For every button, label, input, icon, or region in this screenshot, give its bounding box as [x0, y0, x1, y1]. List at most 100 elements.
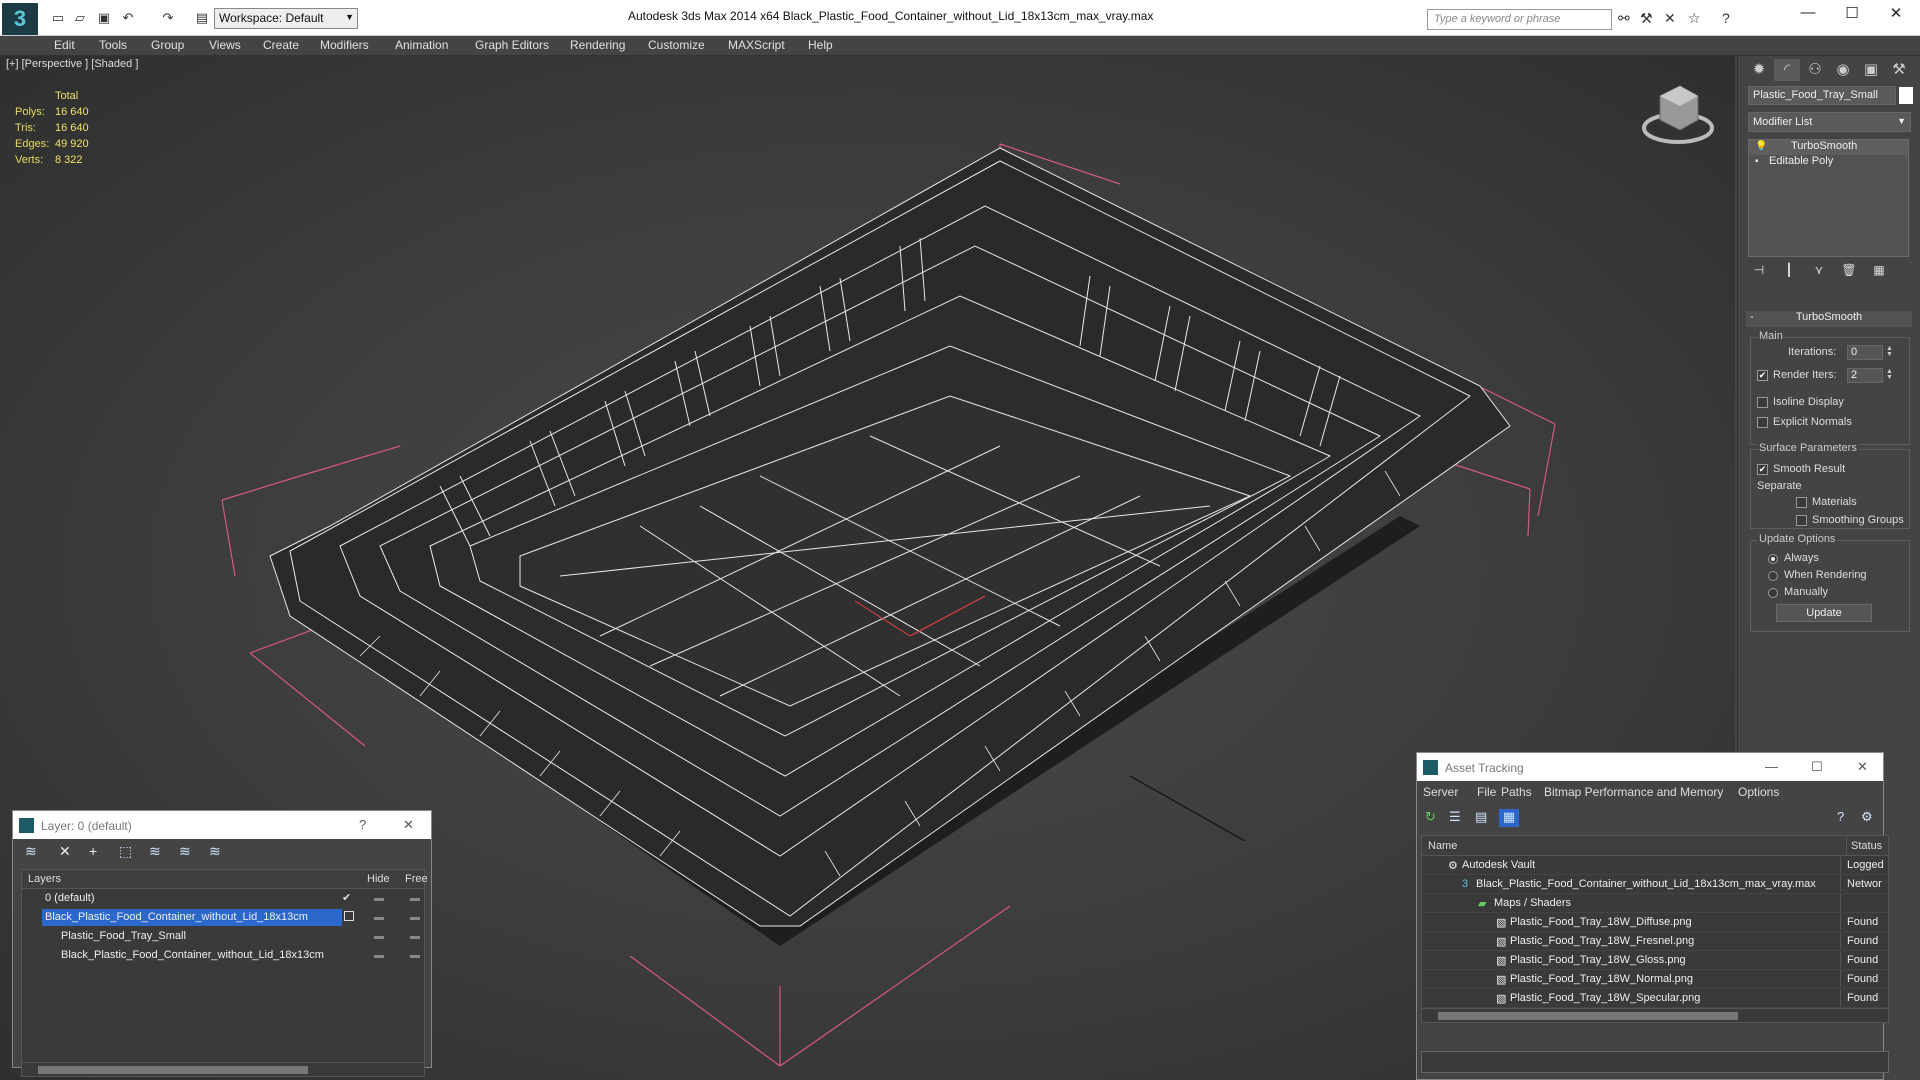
menu-paths[interactable]: Paths: [1501, 785, 1532, 799]
asset-row[interactable]: ⚙ Autodesk Vault Logged: [1422, 856, 1888, 875]
menu-edit[interactable]: Edit: [54, 38, 75, 52]
freeze-toggle[interactable]: ▬: [410, 931, 420, 942]
asset-window-titlebar[interactable]: Asset Tracking — ☐ ✕: [1417, 753, 1883, 781]
stack-item-turbosmooth[interactable]: 💡 TurboSmooth: [1749, 140, 1908, 155]
lightbulb-icon[interactable]: 💡: [1755, 141, 1767, 152]
highlight-layer-icon[interactable]: ≋: [149, 843, 161, 860]
maximize-button[interactable]: ☐: [1832, 4, 1872, 22]
new-file-icon[interactable]: ▭: [50, 10, 66, 26]
help-icon[interactable]: ?: [1722, 10, 1730, 26]
menu-modifiers[interactable]: Modifiers: [320, 38, 369, 52]
hide-toggle[interactable]: ▬: [374, 950, 384, 961]
menu-graph-editors[interactable]: Graph Editors: [475, 38, 549, 52]
always-radio[interactable]: [1768, 554, 1778, 564]
asset-row[interactable]: ▧ Plastic_Food_Tray_18W_Fresnel.png Found: [1422, 932, 1888, 951]
set-current-box[interactable]: [344, 911, 354, 921]
object-color-swatch[interactable]: [1899, 87, 1913, 104]
search-input[interactable]: Type a keyword or phrase: [1427, 9, 1612, 30]
project-folder-icon[interactable]: ▤: [194, 10, 210, 26]
menu-server[interactable]: Server: [1423, 785, 1458, 799]
expand-icon[interactable]: ▪: [1755, 156, 1759, 167]
add-to-layer-icon[interactable]: +: [89, 843, 97, 859]
delete-layer-icon[interactable]: ✕: [59, 843, 71, 860]
col-layers[interactable]: Layers: [28, 873, 61, 885]
tools-icon[interactable]: ⚒: [1640, 10, 1653, 27]
col-name[interactable]: Name: [1428, 840, 1457, 852]
freeze-all-icon[interactable]: ≋: [209, 843, 221, 860]
smoothing-groups-checkbox[interactable]: [1796, 515, 1807, 526]
menu-group[interactable]: Group: [151, 38, 184, 52]
layer-row[interactable]: Plastic_Food_Tray_Small ▬ ▬: [22, 927, 424, 946]
create-tab-icon[interactable]: ✹: [1746, 59, 1772, 81]
exchange-icon[interactable]: ✕: [1664, 10, 1676, 27]
turbosmooth-rollout-header[interactable]: - TurboSmooth: [1746, 311, 1912, 327]
menu-create[interactable]: Create: [263, 38, 299, 52]
hierarchy-tab-icon[interactable]: ⚇: [1802, 59, 1828, 81]
asset-row[interactable]: ▧ Plastic_Food_Tray_18W_Specular.png Found: [1422, 989, 1888, 1008]
scrollbar-thumb[interactable]: [38, 1066, 308, 1074]
menu-help[interactable]: Help: [808, 38, 833, 52]
maximize-button[interactable]: ☐: [1811, 759, 1823, 775]
menu-rendering[interactable]: Rendering: [570, 38, 625, 52]
table-view-icon[interactable]: ▦: [1499, 809, 1519, 827]
layer-row[interactable]: Black_Plastic_Food_Container_without_Lid…: [22, 908, 424, 927]
layer-window-titlebar[interactable]: Layer: 0 (default) ? ✕: [13, 811, 431, 839]
scrollbar-thumb[interactable]: [1438, 1012, 1738, 1020]
minimize-button[interactable]: —: [1765, 759, 1778, 774]
layer-row[interactable]: 0 (default) ✔ ▬ ▬: [22, 889, 424, 908]
isoline-display-checkbox[interactable]: [1757, 397, 1768, 408]
select-objects-icon[interactable]: ⬚: [119, 843, 132, 860]
redo-icon[interactable]: ↷: [160, 10, 176, 26]
viewcube-icon[interactable]: [1642, 85, 1714, 144]
modify-tab-icon[interactable]: ◜: [1774, 59, 1800, 81]
utilities-tab-icon[interactable]: ⚒: [1886, 59, 1912, 81]
hide-toggle[interactable]: ▬: [374, 893, 384, 904]
make-unique-icon[interactable]: ⋎: [1808, 263, 1830, 277]
menu-bitmap-performance[interactable]: Bitmap Performance and Memory: [1544, 785, 1723, 799]
asset-row[interactable]: 3 Black_Plastic_Food_Container_without_Li…: [1422, 875, 1888, 894]
menu-tools[interactable]: Tools: [99, 38, 127, 52]
close-button[interactable]: ✕: [403, 817, 414, 833]
help-icon[interactable]: ?: [1837, 809, 1844, 824]
hide-toggle[interactable]: ▬: [374, 912, 384, 923]
settings-icon[interactable]: ⚙: [1861, 809, 1873, 825]
save-icon[interactable]: ▣: [96, 10, 112, 26]
favorites-star-icon[interactable]: ☆: [1688, 10, 1701, 27]
menu-maxscript[interactable]: MAXScript: [728, 38, 785, 52]
show-end-result-icon[interactable]: ┃: [1778, 263, 1800, 277]
create-layer-icon[interactable]: ≋: [25, 843, 37, 860]
menu-file[interactable]: File: [1477, 785, 1496, 799]
minimize-button[interactable]: —: [1788, 4, 1828, 21]
current-layer-check-icon[interactable]: ✔: [342, 891, 351, 904]
spinner-arrows-icon[interactable]: ▲ ▼: [1886, 345, 1893, 358]
stack-item-editable-poly[interactable]: ▪ Editable Poly: [1749, 155, 1908, 170]
materials-checkbox[interactable]: [1796, 497, 1807, 508]
col-hide[interactable]: Hide: [367, 873, 390, 885]
undo-icon[interactable]: ↶: [120, 10, 136, 26]
tree-view-icon[interactable]: ▤: [1475, 809, 1487, 825]
display-tab-icon[interactable]: ▣: [1858, 59, 1884, 81]
update-button[interactable]: Update: [1776, 604, 1872, 622]
render-iters-checkbox[interactable]: ✔: [1757, 370, 1768, 381]
workspace-dropdown[interactable]: Workspace: Default ▼: [214, 8, 358, 29]
render-iters-spinner[interactable]: 2: [1847, 368, 1883, 383]
help-button[interactable]: ?: [359, 817, 366, 832]
freeze-toggle[interactable]: ▬: [410, 950, 420, 961]
pin-stack-icon[interactable]: ⊣: [1748, 263, 1770, 277]
spinner-arrows-icon[interactable]: ▲ ▼: [1886, 368, 1893, 381]
horizontal-scrollbar[interactable]: [22, 1062, 424, 1076]
configure-modifier-sets-icon[interactable]: ▦: [1868, 263, 1890, 277]
refresh-icon[interactable]: ↻: [1425, 809, 1436, 825]
menu-customize[interactable]: Customize: [648, 38, 705, 52]
freeze-toggle[interactable]: ▬: [410, 893, 420, 904]
layer-row[interactable]: Black_Plastic_Food_Container_without_Lid…: [22, 946, 424, 965]
remove-modifier-icon[interactable]: 🗑: [1838, 263, 1860, 277]
smooth-result-checkbox[interactable]: ✔: [1757, 464, 1768, 475]
app-menu-button[interactable]: 3: [2, 3, 38, 35]
asset-row[interactable]: ▧ Plastic_Food_Tray_18W_Diffuse.png Found: [1422, 913, 1888, 932]
motion-tab-icon[interactable]: ◉: [1830, 59, 1856, 81]
asset-row[interactable]: ▧ Plastic_Food_Tray_18W_Gloss.png Found: [1422, 951, 1888, 970]
asset-path-field[interactable]: [1421, 1051, 1889, 1073]
menu-options[interactable]: Options: [1738, 785, 1779, 799]
object-name-field[interactable]: Plastic_Food_Tray_Small: [1748, 86, 1896, 105]
